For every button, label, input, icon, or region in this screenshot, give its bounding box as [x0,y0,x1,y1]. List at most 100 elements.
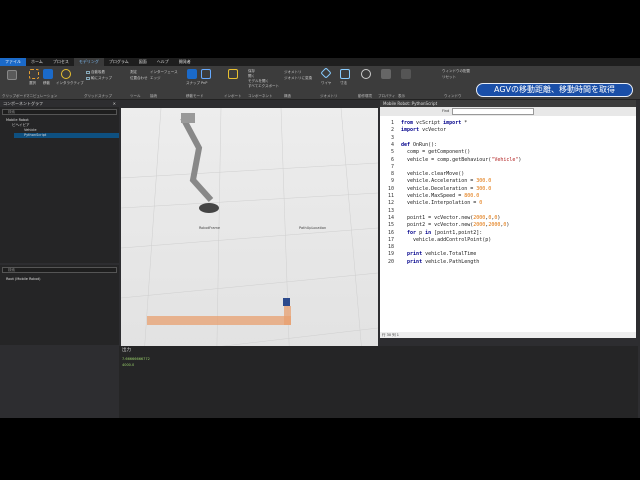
snap-option-1[interactable]: 自動吸着 [86,70,105,74]
ribbon-group-label: プロパティ [378,94,396,98]
find-input[interactable] [452,108,534,115]
code-editor[interactable]: 1 from vcScript import * 2 import vcVector 3… [380,116,636,332]
menu-tab[interactable]: 開発者 [174,58,196,66]
ribbon-group-clipboard: クリップボード [2,66,27,100]
line-number: 1 [390,120,394,126]
geometry-button[interactable]: ジオメトリ [284,70,302,74]
menu-tab[interactable]: ファイル [0,58,26,66]
transfer-button[interactable]: すべてエクスポート [248,84,279,88]
line-number: 10 [387,185,394,192]
robot-frame-label: RobotFrame [199,226,221,230]
close-icon[interactable]: ✕ [113,100,116,107]
ribbon-group-label: 構造 [284,94,291,98]
snap-option-2[interactable]: 軸にスナップ [86,76,112,80]
windows-button[interactable]: ウィンドウの配置 [442,69,470,73]
line-number: 17 [387,236,394,243]
edge-button[interactable]: エッジ [150,76,161,80]
code-line: print vehicle.PathLength [407,258,480,265]
clipboard-icon[interactable] [7,70,17,80]
line-number: 5 [390,149,394,156]
code-line: for p in [point1,point2]: [407,229,483,236]
code-line: point1 = vcVector.new(2000,0,0) [401,214,501,221]
code-line: comp = getComponent() [401,149,471,156]
select-icon[interactable] [29,69,39,79]
ribbon-group-label: 接続 [150,94,157,98]
menu-tab[interactable]: プロセス [48,58,74,66]
snap-mode-icon[interactable] [187,69,197,79]
gear-icon[interactable] [361,69,371,79]
ribbon-group-import: インポート [224,66,246,100]
vehicle-cube [283,298,290,306]
ribbon-group-label: 移動モード [186,94,204,98]
line-number: 2 [390,127,394,134]
line-number: 8 [390,171,394,178]
ribbon-group-display: 表示 [398,66,416,100]
display-icon[interactable] [401,69,411,79]
code-line: from vcScript import * [401,120,468,126]
line-number: 20 [387,258,394,265]
ribbon-group-label: ウィンドウ [444,94,462,98]
output-title: 出力 [122,348,131,353]
ribbon-group-component: 保存 開く モデルを開く すべてエクスポート コンポーネント [248,66,282,100]
ribbon-group-label: 動作環境 [358,94,372,98]
diamond-icon[interactable] [320,67,332,79]
menu-tab[interactable]: プログラム [104,58,134,66]
path-location-label: PathUpLocation [299,226,327,230]
ribbon: クリップボード 選択 移動 インタラクティブ マニピュレーション 自動吸着 軸に… [0,66,640,100]
ribbon-group-label: インポート [224,94,242,98]
component-graph-header: コンポーネントグラフ ✕ [0,100,119,107]
import-icon[interactable] [228,69,238,79]
ribbon-group-label: ジオメトリ [320,94,338,98]
editor-status: 行 30 列 1 [380,332,636,338]
editor-tab[interactable]: Mobile Robot::PythonScript [380,100,636,107]
search-input[interactable]: 検索 [2,109,117,115]
ribbon-group-property: プロパティ [378,66,396,100]
line-number: 15 [387,222,394,229]
interface-button[interactable]: インターフェース [150,70,178,74]
mode2-label: PnP [201,81,208,85]
path-vertical [284,306,291,325]
code-line: vehicle.clearMove() [401,171,465,178]
move-icon[interactable] [43,69,53,79]
line-number: 18 [387,244,394,251]
interactive-label: インタラクティブ [56,81,84,85]
move-label: 移動 [43,81,50,85]
menu-tab[interactable]: ホーム [26,58,48,66]
code-line: point2 = vcVector.new(2000,2000,0) [401,222,510,229]
menu-tab[interactable]: 図面 [134,58,152,66]
align-button[interactable]: 位置合わせ [130,76,148,80]
title-banner: AGVの移動距離、移動時間を取得 [476,83,633,97]
interactive-icon[interactable] [61,69,71,79]
find-label: Find [442,109,450,113]
measure-button[interactable]: 測定 [130,70,137,74]
tree-item-cell-root[interactable]: Root (Mobile Robot) [6,277,41,282]
ribbon-group-window: ウィンドウの配置 リセット ウィンドウ [418,66,470,100]
ribbon-group-gridsnap: 自動吸着 軸にスナップ グリッドスナップ [84,66,128,100]
feature-button[interactable]: ジオメトリに変換 [284,76,312,80]
line-number: 13 [387,207,394,214]
open-button[interactable]: 開く [248,74,255,78]
tree-item-pythonscript[interactable]: PythonScript [14,133,119,138]
menu-tab[interactable]: モデリング [73,58,104,66]
reset-button[interactable]: リセット [442,75,456,79]
property-icon[interactable] [381,69,391,79]
catalog-button[interactable]: モデルを開く [248,79,269,83]
ribbon-group-manipulation: 選択 移動 インタラクティブ マニピュレーション [26,66,84,100]
editor-toolbar: Find [380,107,636,116]
code-line: vehicle.Interpolation = 0 [401,200,483,207]
cell-search-input[interactable]: 検索 [2,267,117,273]
ribbon-group-label: ツール [130,94,141,98]
menu-tabs: ファイル ホーム プロセス モデリング プログラム 図面 ヘルプ 開発者 [0,58,640,66]
ribbon-group-label: コンポーネント [248,94,273,98]
robot-arm [180,113,219,213]
menu-tab[interactable]: ヘルプ [152,58,174,66]
wire-icon[interactable] [340,69,350,79]
path-horizontal [147,316,291,325]
app-window: ファイル ホーム プロセス モデリング プログラム 図面 ヘルプ 開発者 クリップボード 選択… [0,58,640,418]
code-line: def OnRun(): [401,141,438,148]
line-number: 16 [387,229,394,236]
cell-graph-panel: 検索 Root (Mobile Robot) [0,265,119,345]
save-button[interactable]: 保存 [248,69,255,73]
ribbon-group-movemode: スナップ PnP 移動モード [186,66,220,100]
pnp-mode-icon[interactable] [201,69,211,79]
